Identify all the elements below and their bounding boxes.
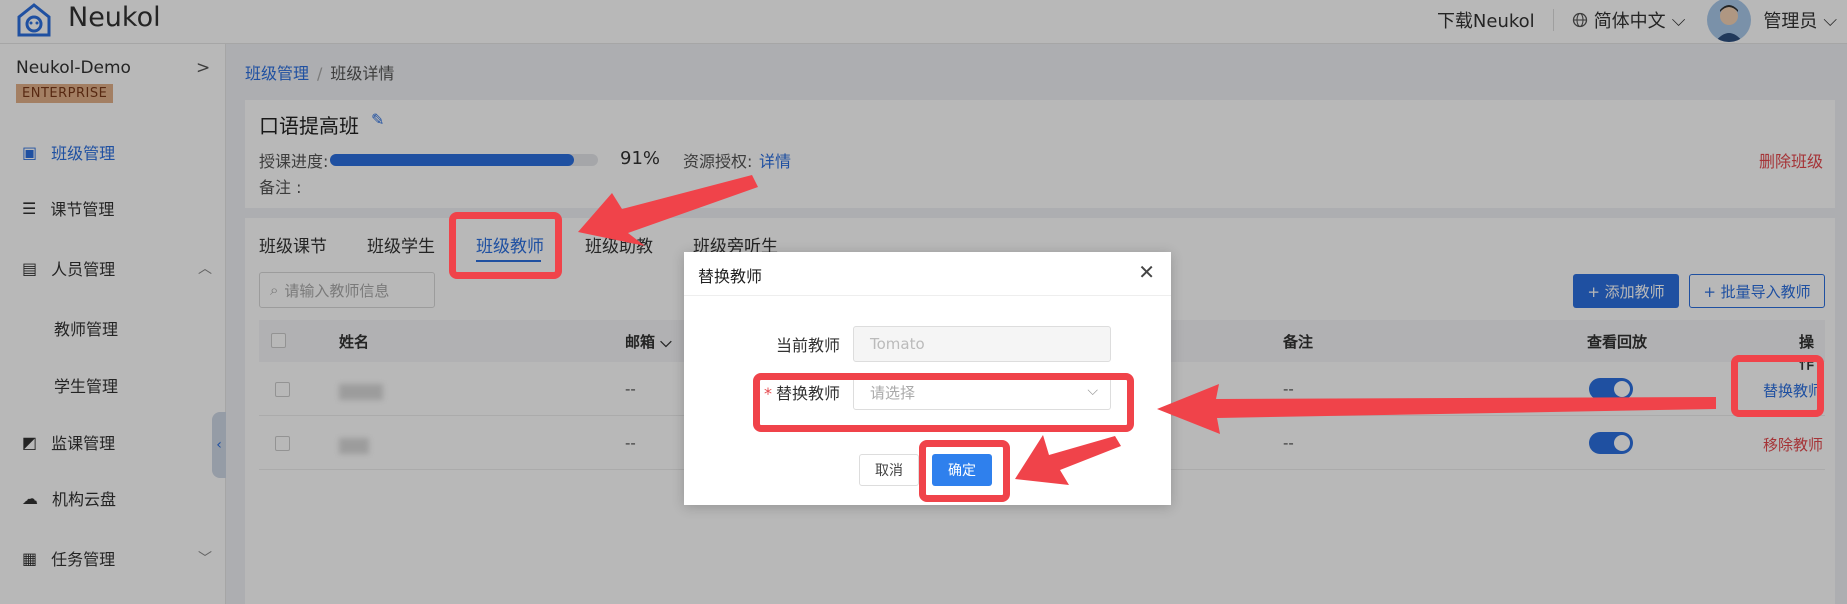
- dialog-title: 替换教师: [698, 267, 763, 286]
- current-teacher-field: Tomato: [853, 326, 1111, 362]
- close-icon[interactable]: ✕: [1138, 260, 1155, 284]
- current-teacher-label: 当前教师: [776, 336, 841, 355]
- highlight-teachers-tab: [449, 212, 562, 279]
- highlight-replace-link: [1731, 355, 1824, 417]
- highlight-confirm-button: [919, 440, 1010, 502]
- current-teacher-value: Tomato: [870, 335, 925, 353]
- highlight-replace-field: [753, 373, 1134, 432]
- dialog-header: 替换教师 ✕: [684, 252, 1171, 296]
- cancel-button[interactable]: 取消: [859, 454, 919, 486]
